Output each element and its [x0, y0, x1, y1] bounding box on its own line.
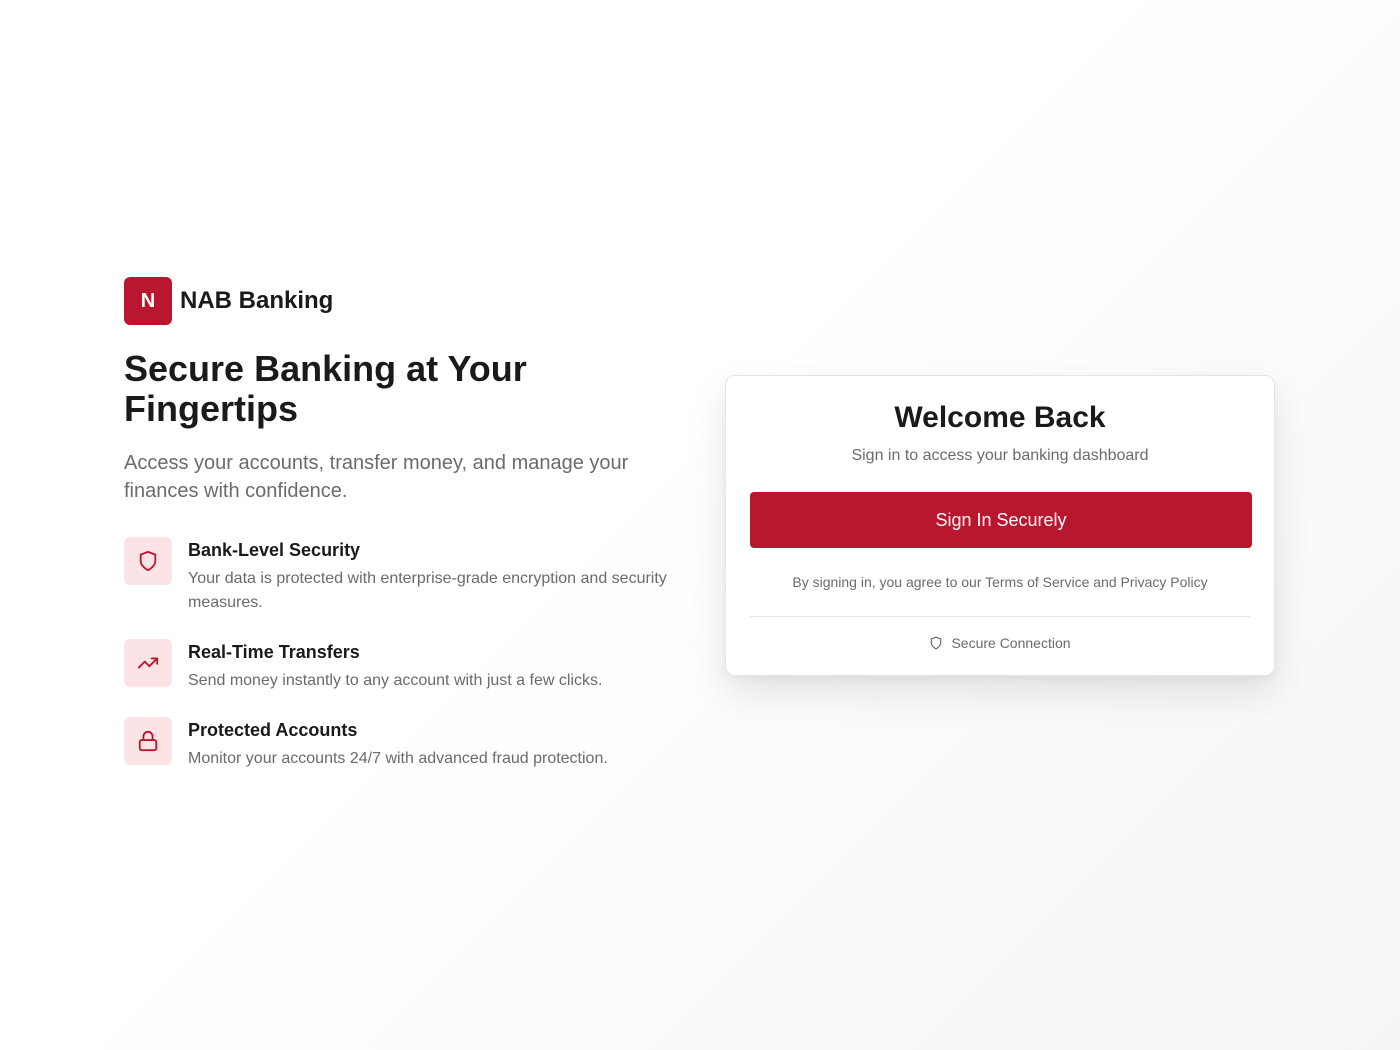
feature-item-security: Bank-Level Security Your data is protect…: [124, 537, 684, 615]
brand-name: NAB Banking: [180, 287, 334, 314]
secure-connection: Secure Connection: [750, 633, 1250, 653]
feature-title: Protected Accounts: [188, 720, 358, 740]
feature-text: Real-Time Transfers Send money instantly…: [188, 639, 668, 693]
sign-in-button[interactable]: Sign In Securely: [750, 492, 1252, 548]
terms-text: By signing in, you agree to our Terms of…: [792, 574, 1208, 590]
brand: N NAB Banking: [124, 277, 684, 325]
hero-subtitle: Access your accounts, transfer money, an…: [124, 452, 629, 502]
feature-description: Monitor your accounts 24/7 with advanced…: [188, 750, 608, 767]
card-title: Welcome Back: [894, 401, 1106, 434]
feature-title: Real-Time Transfers: [188, 642, 360, 662]
divider: [750, 616, 1250, 617]
login-card: Welcome Back Sign in to access your bank…: [725, 375, 1275, 676]
feature-item-transfers: Real-Time Transfers Send money instantly…: [124, 639, 684, 693]
secure-connection-label: Secure Connection: [951, 635, 1071, 651]
shield-icon: [931, 636, 942, 650]
feature-text: Protected Accounts Monitor your accounts…: [188, 717, 668, 771]
feature-description: Send money instantly to any account with…: [188, 672, 603, 689]
lock-icon: [124, 717, 172, 765]
shield-icon: [124, 537, 172, 585]
feature-description: Your data is protected with enterprise-g…: [188, 570, 667, 611]
brand-logo: N: [124, 277, 172, 325]
hero-section: N NAB Banking Secure Banking at Your Fin…: [124, 277, 684, 771]
feature-item-protected: Protected Accounts Monitor your accounts…: [124, 717, 684, 771]
card-subtitle: Sign in to access your banking dashboard: [851, 447, 1149, 464]
feature-list: Bank-Level Security Your data is protect…: [124, 537, 684, 771]
feature-title: Bank-Level Security: [188, 540, 361, 560]
hero-title: Secure Banking at Your Fingertips: [124, 348, 527, 429]
trending-up-icon: [124, 639, 172, 687]
feature-text: Bank-Level Security Your data is protect…: [188, 537, 668, 615]
